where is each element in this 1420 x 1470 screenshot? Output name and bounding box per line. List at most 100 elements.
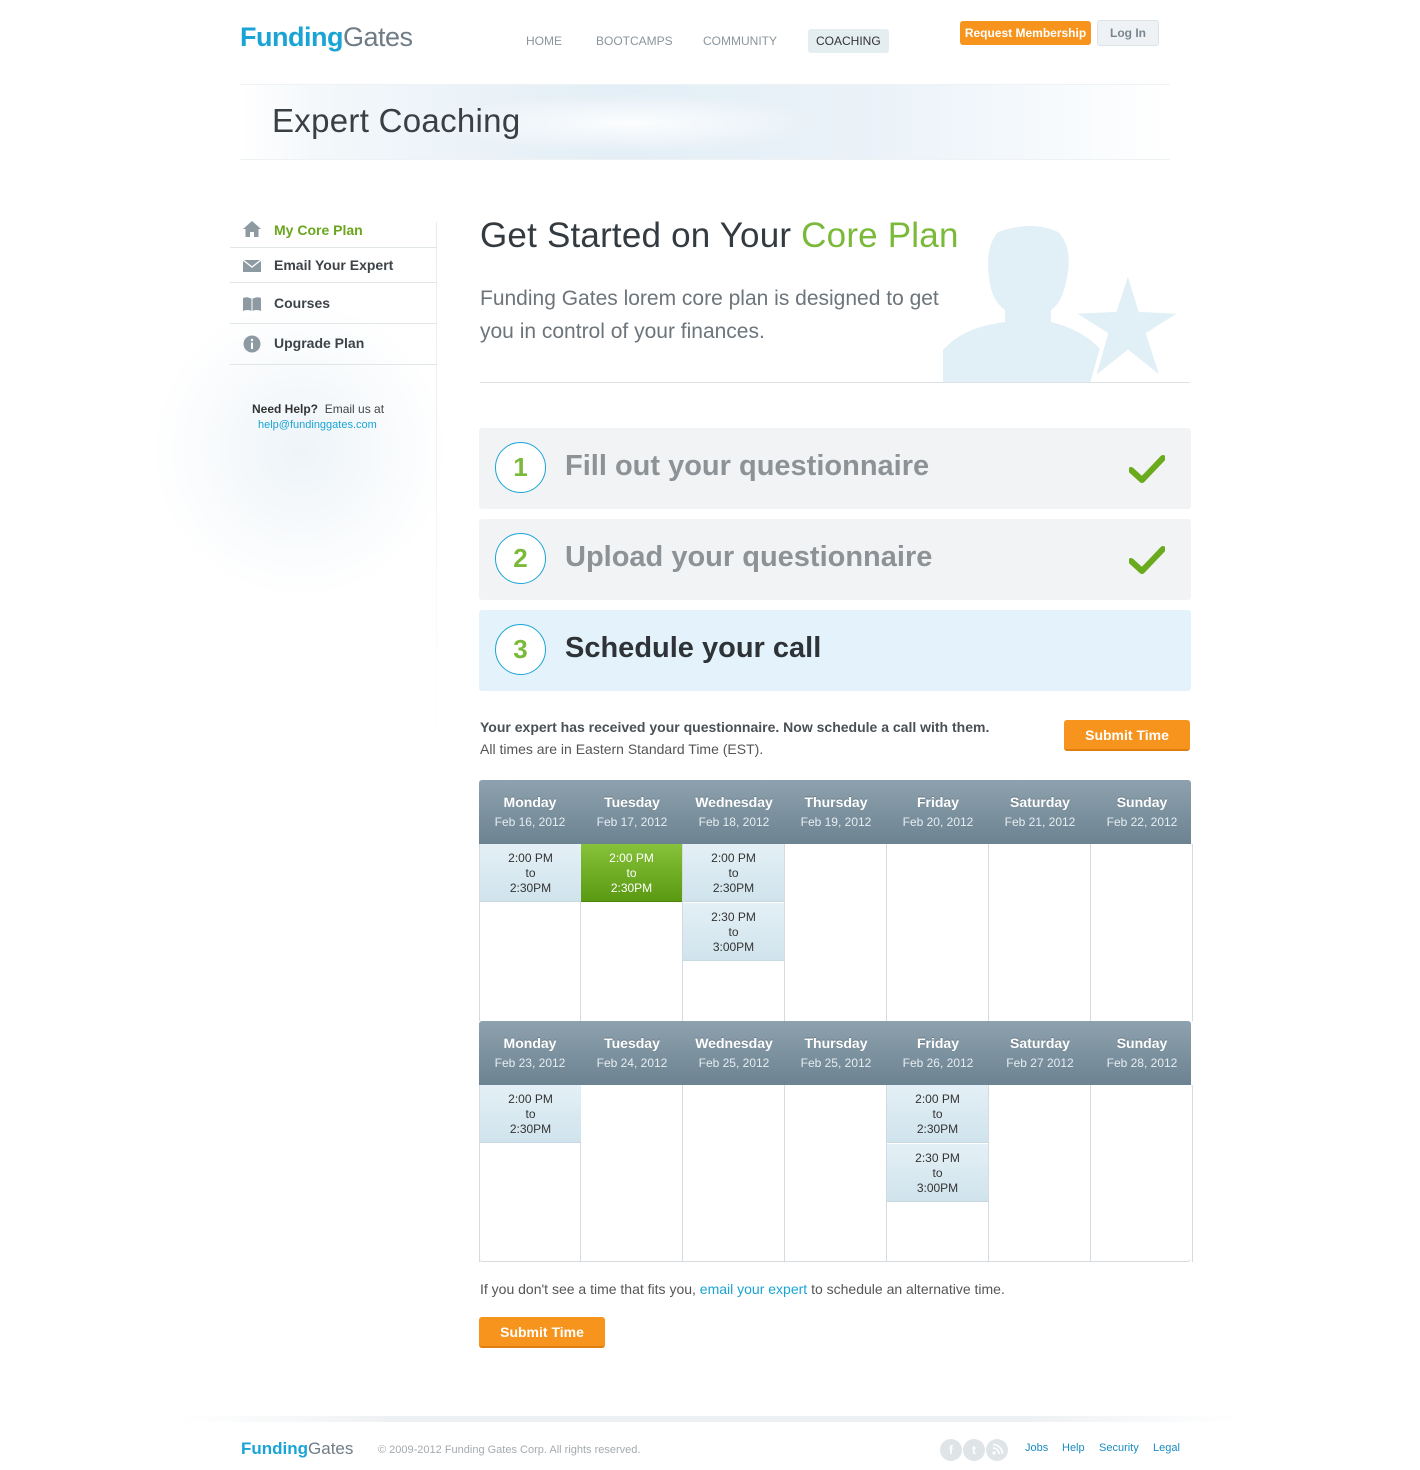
- calendar-day-date: Feb 21, 2012: [1004, 815, 1076, 829]
- time-slot[interactable]: 2:30 PM to 3:00PM: [683, 903, 784, 961]
- step-1[interactable]: 1 Fill out your questionnaire: [479, 428, 1191, 509]
- time-slot-text: 2:30 PM: [915, 1151, 960, 1165]
- sidebar-item-label: Email Your Expert: [274, 257, 394, 273]
- time-slot-text: to: [932, 1107, 943, 1121]
- help-email-link[interactable]: help@fundinggates.com: [258, 419, 377, 431]
- request-membership-button[interactable]: Request Membership: [960, 21, 1091, 45]
- step-number: 2: [495, 533, 546, 584]
- time-slot-selected[interactable]: 2:00 PM to 2:30PM: [581, 844, 682, 902]
- time-slot-text: to: [626, 866, 637, 880]
- footer-logo-part2: Gates: [308, 1439, 354, 1458]
- calendar-week-2: Monday Feb 23, 2012 2:00 PM to 2:30PM Tuesday…: [479, 1021, 1193, 1262]
- calendar-day-name: Thursday: [804, 1035, 868, 1051]
- alt-text-before: If you don't see a time that fits you,: [480, 1281, 700, 1297]
- calendar-day-column: [887, 844, 989, 1021]
- submit-time-button-top[interactable]: Submit Time: [1064, 720, 1190, 751]
- calendar-day-column: [785, 844, 887, 1021]
- help-line: Email us at: [324, 402, 385, 416]
- nav-bootcamps[interactable]: BOOTCAMPS: [596, 29, 673, 53]
- footer-divider: [180, 1416, 1240, 1422]
- calendar-day-date: Feb 27 2012: [1006, 1056, 1074, 1070]
- calendar-day-column: [581, 1085, 683, 1262]
- footer-link-jobs[interactable]: Jobs: [1025, 1442, 1048, 1454]
- time-slot[interactable]: 2:00 PM to 2:30PM: [887, 1085, 988, 1143]
- email-expert-link[interactable]: email your expert: [700, 1281, 807, 1297]
- time-slot-text: 2:00 PM: [508, 851, 553, 865]
- time-slot-text: 3:00PM: [916, 1181, 959, 1195]
- main-subtitle: Funding Gates lorem core plan is designe…: [480, 287, 939, 343]
- alt-text-after: to schedule an alternative time.: [807, 1281, 1005, 1297]
- sidebar-item-courses[interactable]: Courses: [230, 283, 437, 324]
- time-slot-text: to: [728, 866, 739, 880]
- calendar-day-date: Feb 25, 2012: [698, 1056, 770, 1070]
- nav-coaching[interactable]: COACHING: [808, 29, 889, 53]
- logo-part1: Funding: [240, 22, 343, 52]
- calendar-day-name: Thursday: [804, 794, 868, 810]
- calendar-day-date: Feb 25, 2012: [800, 1056, 872, 1070]
- time-slot-text: 2:30PM: [916, 1122, 959, 1136]
- user-star-icon: [943, 226, 1190, 382]
- calendar-day-column: 2:00 PM to 2:30PM 2:30 PM to 3:00PM: [887, 1085, 989, 1262]
- step-3[interactable]: 3 Schedule your call: [479, 610, 1191, 691]
- calendar-day-date: Feb 20, 2012: [902, 815, 974, 829]
- facebook-icon[interactable]: f: [940, 1439, 962, 1461]
- logo[interactable]: FundingGates: [240, 22, 413, 53]
- calendar-day-column: 2:00 PM to 2:30PM 2:30 PM to 3:00PM: [683, 844, 785, 1021]
- time-slot[interactable]: 2:30 PM to 3:00PM: [887, 1144, 988, 1202]
- sidebar-item-my-core-plan[interactable]: My Core Plan: [230, 212, 437, 248]
- rss-icon[interactable]: [986, 1439, 1008, 1461]
- time-slot[interactable]: 2:00 PM to 2:30PM: [480, 844, 581, 902]
- twitter-icon[interactable]: t: [963, 1439, 985, 1461]
- calendar-day-date: Feb 16, 2012: [494, 815, 566, 829]
- time-slot-text: 2:00 PM: [711, 851, 756, 865]
- calendar-day-column: [989, 844, 1091, 1021]
- footer-logo-part1: Funding: [241, 1439, 309, 1458]
- calendar-day-name: Saturday: [1010, 1035, 1070, 1051]
- nav-home[interactable]: HOME: [526, 29, 562, 53]
- calendar-day-date: Feb 22, 2012: [1106, 815, 1178, 829]
- time-slot-text: 3:00PM: [712, 940, 755, 954]
- page-title: Expert Coaching: [272, 102, 521, 139]
- time-slot-text: 2:30PM: [509, 881, 552, 895]
- calendar-day-date: Feb 23, 2012: [494, 1056, 566, 1070]
- step-label: Fill out your questionnaire: [565, 450, 930, 482]
- calendar-week-1: Monday Feb 16, 2012 2:00 PM to 2:30PM Tuesday…: [479, 780, 1193, 1021]
- calendar-day-date: Feb 24, 2012: [596, 1056, 668, 1070]
- calendar-day-column: [683, 1085, 785, 1262]
- sidebar-item-label: Courses: [274, 295, 331, 311]
- calendar-day-name: Friday: [916, 1035, 959, 1051]
- sidebar-item-email-expert[interactable]: Email Your Expert: [230, 248, 437, 283]
- calendar-day-name: Tuesday: [604, 794, 660, 810]
- time-slot-text: to: [525, 866, 536, 880]
- calendar-day-name: Friday: [916, 794, 959, 810]
- divider: [480, 382, 1190, 383]
- footer-link-help[interactable]: Help: [1062, 1442, 1085, 1454]
- time-slot-text: 2:00 PM: [508, 1092, 553, 1106]
- help-text: Need Help? Email us at: [252, 402, 384, 416]
- checkmark-icon: [1129, 546, 1165, 574]
- step-label: Schedule your call: [565, 632, 822, 664]
- footer-link-legal[interactable]: Legal: [1153, 1442, 1180, 1454]
- nav-community[interactable]: COMMUNITY: [703, 29, 777, 53]
- step-number: 3: [495, 624, 546, 675]
- footer-logo[interactable]: FundingGates: [241, 1439, 353, 1459]
- time-slot-text: 2:30PM: [712, 881, 755, 895]
- calendar-day-name: Tuesday: [604, 1035, 660, 1051]
- time-slot-text: 2:30 PM: [711, 910, 756, 924]
- help-bold: Need Help?: [252, 402, 319, 416]
- time-slot-text: 2:30PM: [610, 881, 653, 895]
- calendar-day-date: Feb 17, 2012: [596, 815, 668, 829]
- footer-link-security[interactable]: Security: [1099, 1442, 1139, 1454]
- time-slot-text: 2:00 PM: [915, 1092, 960, 1106]
- time-slot-text: 2:30PM: [509, 1122, 552, 1136]
- login-button[interactable]: Log In: [1097, 20, 1159, 46]
- step-2[interactable]: 2 Upload your questionnaire: [479, 519, 1191, 600]
- time-slot[interactable]: 2:00 PM to 2:30PM: [683, 844, 784, 902]
- logo-part2: Gates: [342, 22, 413, 52]
- step-label: Upload your questionnaire: [565, 541, 933, 573]
- sidebar-item-upgrade-plan[interactable]: Upgrade Plan: [230, 324, 437, 365]
- time-slot[interactable]: 2:00 PM to 2:30PM: [480, 1085, 581, 1143]
- submit-time-button-bottom[interactable]: Submit Time: [479, 1317, 605, 1348]
- calendar-day-name: Wednesday: [695, 1035, 773, 1051]
- calendar-header: [479, 1021, 1191, 1085]
